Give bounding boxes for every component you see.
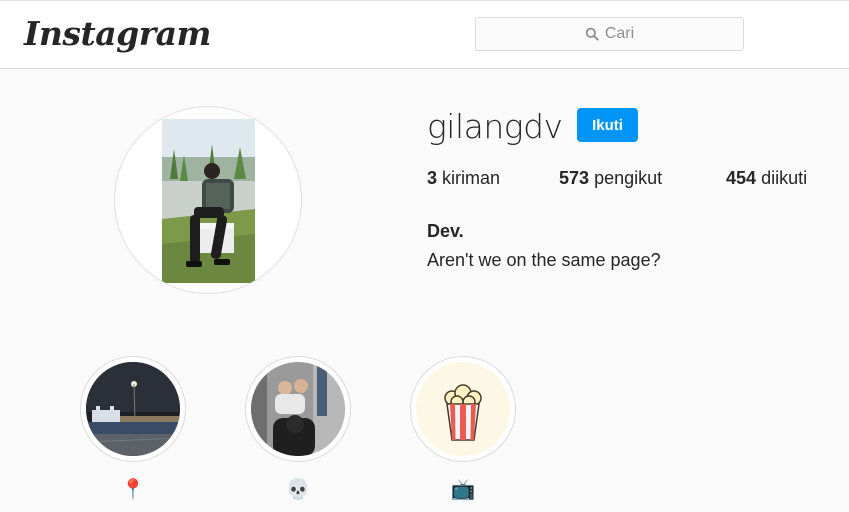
highlight-item[interactable]: 💀 [245,356,351,502]
highlight-label: 📺 [450,479,476,501]
search-placeholder[interactable]: Cari [605,25,634,43]
following-stat[interactable]: 454 diikuti [726,168,807,189]
following-label: diikuti [761,168,808,188]
popcorn-icon [416,362,510,456]
profile-username: gilangdv [427,107,563,146]
group-selfie-photo [251,362,345,456]
followers-count: 573 [559,168,590,188]
top-navigation-bar: Instagram Cari [0,0,849,69]
search-box[interactable]: Cari [475,17,744,51]
followers-label: pengikut [594,168,663,188]
profile-bio: Aren't we on the same page? [427,250,661,270]
highlight-label: 💀 [285,479,311,501]
profile-full-name: Dev. [427,221,464,241]
instagram-logo[interactable]: Instagram [24,14,211,54]
posts-count: 3 [427,168,438,188]
highlight-item[interactable]: 📺 [410,356,516,502]
profile-avatar[interactable] [114,106,302,294]
profile-photo [162,119,255,283]
highlight-item[interactable]: 📍 [80,356,186,502]
night-city-photo [86,362,180,456]
search-icon [585,27,599,41]
highlight-cover-ring[interactable] [80,356,186,462]
highlight-cover-ring[interactable] [245,356,351,462]
follow-button[interactable]: Ikuti [577,108,638,142]
posts-label: kiriman [442,168,501,188]
highlight-cover-ring[interactable] [410,356,516,462]
followers-stat[interactable]: 573 pengikut [559,168,662,189]
following-count: 454 [726,168,757,188]
posts-stat: 3 kiriman [427,168,500,189]
top-divider [0,0,849,1]
highlight-label: 📍 [120,479,146,501]
